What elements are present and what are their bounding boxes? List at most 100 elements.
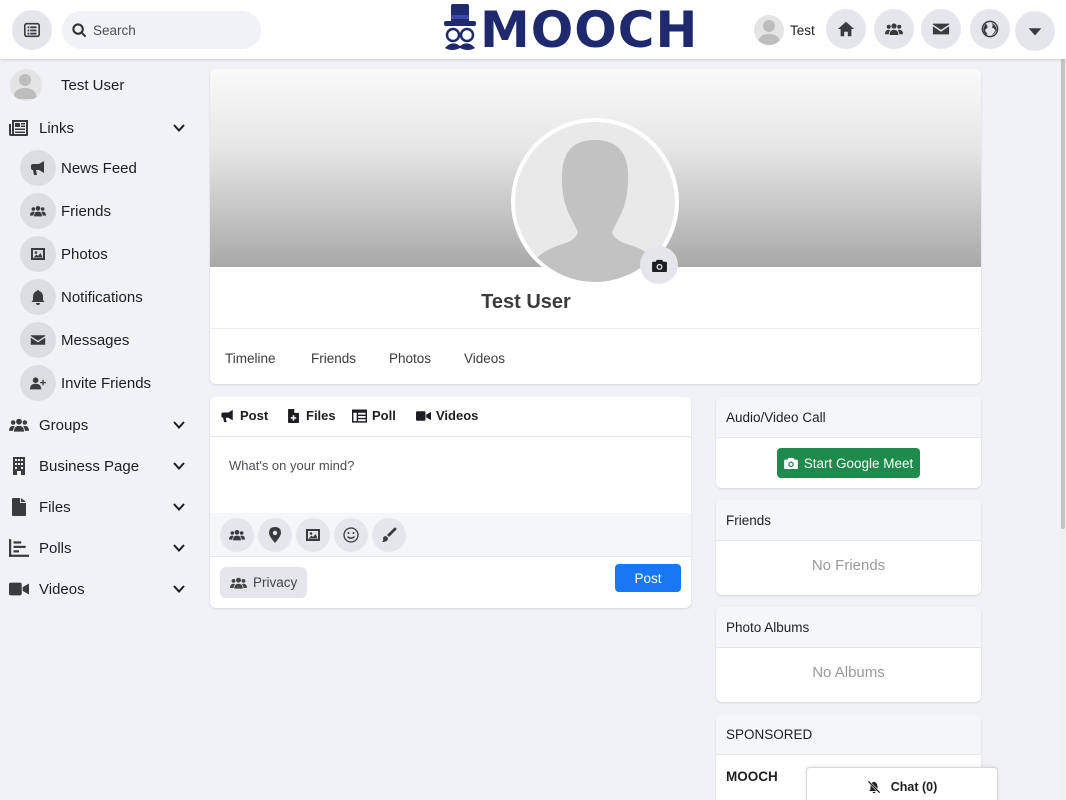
newspaper-icon xyxy=(9,120,28,136)
sidebar-section-files[interactable]: Files xyxy=(8,492,192,522)
add-location-button[interactable] xyxy=(258,518,292,552)
post-text-input[interactable] xyxy=(229,458,669,498)
widget-title: SPONSORED xyxy=(716,714,981,755)
friends-icon xyxy=(230,577,247,589)
tag-friends-button[interactable] xyxy=(220,518,254,552)
sidebar-links-toggle[interactable]: Links xyxy=(8,113,192,143)
widget-title: Friends xyxy=(716,500,981,541)
sidebar-item-label: News Feed xyxy=(61,159,137,177)
sidebar-section-business-page[interactable]: Business Page xyxy=(8,451,192,481)
composer-tab-files[interactable]: Files xyxy=(286,408,336,423)
sidebar-section-label: Groups xyxy=(39,416,89,434)
megaphone-icon xyxy=(221,409,233,422)
file-plus-icon xyxy=(288,408,299,423)
messages-button[interactable] xyxy=(921,9,961,49)
widget-title-text: Audio/Video Call xyxy=(726,410,826,425)
composer-tab-label: Videos xyxy=(436,408,479,423)
sidebar-user[interactable]: Test User xyxy=(10,69,124,101)
friends-button[interactable] xyxy=(874,9,914,49)
video-icon xyxy=(416,410,431,421)
add-emoji-button[interactable] xyxy=(334,518,368,552)
sidebar-section-label: Polls xyxy=(39,539,72,557)
camera-icon xyxy=(783,457,798,469)
sidebar-item-label: Invite Friends xyxy=(61,374,152,392)
profile-name: Test User xyxy=(481,291,571,313)
widget-title-text: SPONSORED xyxy=(726,727,813,742)
sidebar-section-groups[interactable]: Groups xyxy=(8,410,192,440)
privacy-label: Privacy xyxy=(253,575,298,590)
privacy-selector[interactable]: Privacy xyxy=(220,567,308,598)
chevron-down-icon xyxy=(172,459,186,473)
account-menu-button[interactable] xyxy=(1015,11,1055,51)
building-icon xyxy=(13,457,25,475)
video-icon xyxy=(9,582,29,596)
chat-tab[interactable]: Chat (0) xyxy=(806,767,998,800)
sidebar-item-news-feed[interactable]: News Feed xyxy=(20,150,190,186)
tab-friends[interactable]: Friends xyxy=(311,351,356,366)
composer-toolbar xyxy=(210,513,691,557)
audio-video-call-widget: Audio/Video Call Start Google Meet xyxy=(716,397,981,488)
users-icon xyxy=(9,418,29,432)
sidebar-item-invite-friends[interactable]: Invite Friends xyxy=(20,365,190,401)
composer-tab-poll[interactable]: Poll xyxy=(352,408,396,423)
add-photo-button[interactable] xyxy=(296,518,330,552)
chat-label: Chat (0) xyxy=(890,779,938,794)
profile-header-card: Test User Timeline Friends Photos Videos xyxy=(210,69,981,384)
background-color-button[interactable] xyxy=(372,518,406,552)
search-box[interactable] xyxy=(62,11,261,49)
composer-tab-label: Post xyxy=(240,408,269,423)
composer-tab-label: Poll xyxy=(372,408,396,423)
tag-friends-icon xyxy=(229,530,245,541)
post-composer: Post Files Poll Videos What's on your mi… xyxy=(210,397,691,608)
scrollbar-thumb[interactable] xyxy=(1061,59,1065,529)
composer-tab-post[interactable]: Post xyxy=(220,408,268,423)
sidebar-section-polls[interactable]: Polls xyxy=(8,533,192,563)
sidebar-section-label: Videos xyxy=(39,580,85,598)
widget-title-text: Friends xyxy=(726,513,772,528)
search-input[interactable] xyxy=(93,22,243,38)
post-button[interactable]: Post xyxy=(615,564,681,592)
mooch-logo[interactable]: MOOCH xyxy=(442,2,698,58)
menu-icon xyxy=(23,22,41,38)
default-avatar-icon xyxy=(13,74,37,99)
menu-toggle-button[interactable] xyxy=(12,10,52,50)
photo-albums-widget: Photo Albums No Albums xyxy=(716,607,981,702)
widget-title-text: Photo Albums xyxy=(726,620,810,635)
header-user-chip[interactable]: Test xyxy=(754,15,815,45)
page-scrollbar[interactable] xyxy=(1060,59,1066,800)
change-profile-photo-button[interactable] xyxy=(640,246,678,284)
sidebar-item-friends[interactable]: Friends xyxy=(20,193,190,229)
sidebar-item-photos[interactable]: Photos xyxy=(20,236,190,272)
sidebar-item-notifications[interactable]: Notifications xyxy=(20,279,190,315)
table-icon xyxy=(352,408,367,423)
sidebar-section-label: Business Page xyxy=(39,457,140,475)
default-avatar-icon xyxy=(757,20,781,45)
logo-text: MOOCH xyxy=(480,1,699,59)
paintbrush-icon xyxy=(382,527,397,542)
sidebar-item-messages[interactable]: Messages xyxy=(20,322,190,358)
location-icon xyxy=(269,527,281,543)
start-google-meet-button[interactable]: Start Google Meet xyxy=(777,448,920,478)
tab-timeline[interactable]: Timeline xyxy=(225,351,276,366)
home-icon xyxy=(837,21,855,37)
file-icon xyxy=(12,498,26,516)
sidebar-section-videos[interactable]: Videos xyxy=(8,574,192,604)
tab-photos[interactable]: Photos xyxy=(389,351,431,366)
chevron-down-icon xyxy=(172,500,186,514)
caret-down-icon xyxy=(1028,28,1042,36)
tab-videos[interactable]: Videos xyxy=(464,351,505,366)
image-icon xyxy=(306,529,320,541)
header-user-name: Test xyxy=(790,22,815,38)
camera-icon xyxy=(651,259,667,272)
globe-button[interactable] xyxy=(970,9,1010,49)
composer-tab-videos[interactable]: Videos xyxy=(416,408,478,423)
composer-text-area xyxy=(210,438,691,513)
chevron-down-icon xyxy=(172,541,186,555)
globe-icon xyxy=(981,20,999,38)
sponsor-name[interactable]: MOOCH xyxy=(726,769,778,784)
megaphone-icon xyxy=(31,161,44,175)
composer-tabs: Post Files Poll Videos xyxy=(210,397,691,437)
sidebar-user-name: Test User xyxy=(61,76,125,94)
envelope-icon xyxy=(932,23,950,35)
home-button[interactable] xyxy=(826,9,866,49)
